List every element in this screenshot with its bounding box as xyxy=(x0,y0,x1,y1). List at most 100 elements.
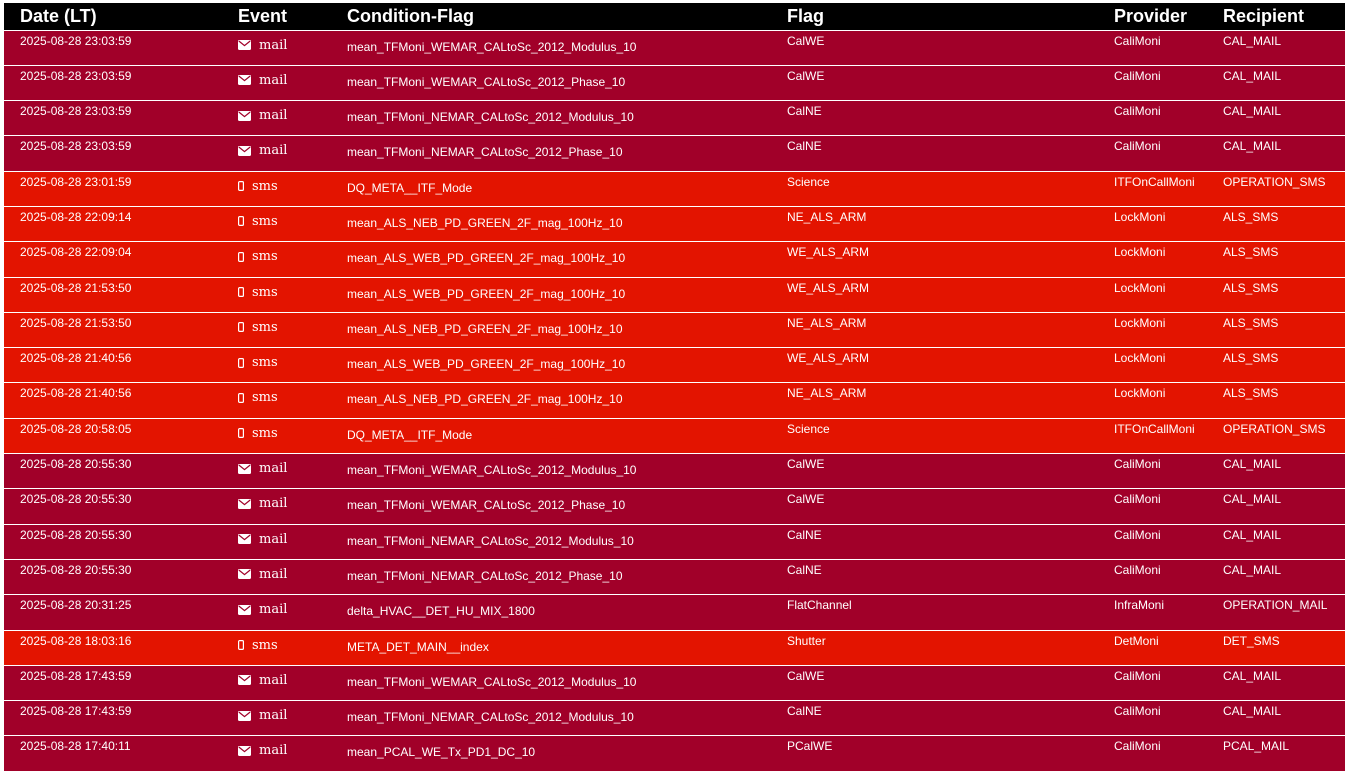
table-row[interactable]: 2025-08-28 21:40:56 sms mean_ALS_WEB_PD_… xyxy=(4,347,1345,383)
envelope-icon xyxy=(238,110,251,121)
provider-cell: CaliMoni xyxy=(1114,457,1161,472)
event-label: mail xyxy=(259,143,288,159)
condition-flag-cell: mean_TFMoni_NEMAR_CALtoSc_2012_Phase_10 xyxy=(347,145,623,160)
condition-flag-cell: mean_ALS_NEB_PD_GREEN_2F_mag_100Hz_10 xyxy=(347,215,623,230)
provider-cell: ITFOnCallMoni xyxy=(1114,421,1195,436)
table-row[interactable]: 2025-08-28 23:03:59 mail mean_TFMoni_NEM… xyxy=(4,135,1345,172)
header-event[interactable]: Event xyxy=(222,3,331,30)
recipient-cell: CAL_MAIL xyxy=(1223,457,1282,472)
condition-flag-cell: mean_ALS_NEB_PD_GREEN_2F_mag_100Hz_10 xyxy=(347,321,623,336)
table-row[interactable]: 2025-08-28 20:31:25 mail delta_HVAC__DET… xyxy=(4,594,1345,631)
event-cell: sms xyxy=(222,206,331,241)
header-row: Date (LT) Event Condition-Flag Flag Prov… xyxy=(4,3,1345,30)
recipient-cell: PCAL_MAIL xyxy=(1223,739,1290,754)
table-row[interactable]: 2025-08-28 23:03:59 mail mean_TFMoni_WEM… xyxy=(4,30,1345,66)
event-label: mail xyxy=(259,531,288,547)
event-cell: mail xyxy=(222,101,331,136)
header-recipient[interactable]: Recipient xyxy=(1203,3,1345,30)
table-row[interactable]: 2025-08-28 22:09:04 sms mean_ALS_WEB_PD_… xyxy=(4,241,1345,278)
provider-cell: LockMoni xyxy=(1114,245,1166,260)
recipient-cell: CAL_MAIL xyxy=(1223,668,1282,683)
recipient-cell: CAL_MAIL xyxy=(1223,562,1282,577)
table-row[interactable]: 2025-08-28 21:53:50 sms mean_ALS_NEB_PD_… xyxy=(4,312,1345,348)
recipient-cell: OPERATION_SMS xyxy=(1223,174,1326,189)
alerts-table: Date (LT) Event Condition-Flag Flag Prov… xyxy=(4,3,1345,772)
recipient-cell: CAL_MAIL xyxy=(1223,527,1282,542)
flag-cell: CalNE xyxy=(787,562,822,577)
condition-flag-cell: META_DET_MAIN__index xyxy=(347,639,489,654)
event-cell: mail xyxy=(222,559,331,594)
header-flag[interactable]: Flag xyxy=(767,3,1094,30)
event-cell: mail xyxy=(222,524,331,559)
table-row[interactable]: 2025-08-28 21:40:56 sms mean_ALS_NEB_PD_… xyxy=(4,382,1345,419)
event-cell: mail xyxy=(222,489,331,524)
table-row[interactable]: 2025-08-28 17:43:59 mail mean_TFMoni_NEM… xyxy=(4,700,1345,736)
recipient-cell: OPERATION_SMS xyxy=(1223,421,1326,436)
envelope-icon xyxy=(238,710,251,721)
table-row[interactable]: 2025-08-28 17:40:11 mail mean_PCAL_WE_Tx… xyxy=(4,735,1345,772)
date-cell: 2025-08-28 23:03:59 xyxy=(20,104,132,119)
event-label: mail xyxy=(259,708,288,724)
recipient-cell: CAL_MAIL xyxy=(1223,68,1282,83)
recipient-cell: ALS_SMS xyxy=(1223,315,1279,330)
event-cell: mail xyxy=(222,454,331,489)
provider-cell: CaliMoni xyxy=(1114,527,1161,542)
recipient-cell: CAL_MAIL xyxy=(1223,139,1282,154)
envelope-icon xyxy=(238,675,251,686)
date-cell: 2025-08-28 20:55:30 xyxy=(20,457,132,472)
provider-cell: LockMoni xyxy=(1114,315,1166,330)
provider-cell: DetMoni xyxy=(1114,633,1159,648)
table-row[interactable]: 2025-08-28 20:55:30 mail mean_TFMoni_WEM… xyxy=(4,453,1345,489)
condition-flag-cell: mean_TFMoni_NEMAR_CALtoSc_2012_Modulus_1… xyxy=(347,710,634,725)
table-row[interactable]: 2025-08-28 23:01:59 sms DQ_META__ITF_Mod… xyxy=(4,171,1345,207)
event-cell: mail xyxy=(222,65,331,100)
table-row[interactable]: 2025-08-28 20:55:30 mail mean_TFMoni_NEM… xyxy=(4,524,1345,560)
provider-cell: CaliMoni xyxy=(1114,668,1161,683)
table-row[interactable]: 2025-08-28 20:58:05 sms DQ_META__ITF_Mod… xyxy=(4,418,1345,454)
recipient-cell: ALS_SMS xyxy=(1223,245,1279,260)
recipient-cell: ALS_SMS xyxy=(1223,280,1279,295)
envelope-icon xyxy=(238,498,251,509)
event-label: sms xyxy=(252,319,278,335)
header-provider[interactable]: Provider xyxy=(1094,3,1203,30)
event-label: sms xyxy=(252,284,278,300)
condition-flag-cell: mean_ALS_WEB_PD_GREEN_2F_mag_100Hz_10 xyxy=(347,286,626,301)
table-row[interactable]: 2025-08-28 22:09:14 sms mean_ALS_NEB_PD_… xyxy=(4,206,1345,242)
envelope-icon xyxy=(238,534,251,545)
flag-cell: WE_ALS_ARM xyxy=(787,245,870,260)
header-date[interactable]: Date (LT) xyxy=(4,3,222,30)
date-cell: 2025-08-28 23:01:59 xyxy=(20,174,132,189)
table-row[interactable]: 2025-08-28 17:43:59 mail mean_TFMoni_WEM… xyxy=(4,665,1345,701)
recipient-cell: ALS_SMS xyxy=(1223,209,1279,224)
table-row[interactable]: 2025-08-28 20:55:30 mail mean_TFMoni_WEM… xyxy=(4,488,1345,525)
date-cell: 2025-08-28 20:58:05 xyxy=(20,421,132,436)
event-cell: mail xyxy=(222,136,331,171)
condition-flag-cell: mean_TFMoni_NEMAR_CALtoSc_2012_Phase_10 xyxy=(347,568,623,583)
provider-cell: LockMoni xyxy=(1114,386,1166,401)
condition-flag-cell: mean_TFMoni_NEMAR_CALtoSc_2012_Modulus_1… xyxy=(347,110,634,125)
event-cell: sms xyxy=(222,383,331,418)
condition-flag-cell: mean_TFMoni_WEMAR_CALtoSc_2012_Phase_10 xyxy=(347,74,626,89)
provider-cell: LockMoni xyxy=(1114,351,1166,366)
flag-cell: CalWE xyxy=(787,33,825,48)
table-row[interactable]: 2025-08-28 18:03:16 sms META_DET_MAIN__i… xyxy=(4,630,1345,666)
flag-cell: CalNE xyxy=(787,704,822,719)
table-row[interactable]: 2025-08-28 20:55:30 mail mean_TFMoni_NEM… xyxy=(4,559,1345,595)
flag-cell: CalWE xyxy=(787,68,825,83)
date-cell: 2025-08-28 23:03:59 xyxy=(20,139,132,154)
date-cell: 2025-08-28 18:03:16 xyxy=(20,633,132,648)
date-cell: 2025-08-28 21:53:50 xyxy=(20,315,132,330)
condition-flag-cell: mean_TFMoni_WEMAR_CALtoSc_2012_Modulus_1… xyxy=(347,39,637,54)
event-label: mail xyxy=(259,672,288,688)
recipient-cell: ALS_SMS xyxy=(1223,386,1279,401)
table-row[interactable]: 2025-08-28 23:03:59 mail mean_TFMoni_WEM… xyxy=(4,65,1345,101)
recipient-cell: OPERATION_MAIL xyxy=(1223,598,1328,613)
flag-cell: PCalWE xyxy=(787,739,833,754)
condition-flag-cell: mean_ALS_WEB_PD_GREEN_2F_mag_100Hz_10 xyxy=(347,357,626,372)
header-condition-flag[interactable]: Condition-Flag xyxy=(331,3,767,30)
table-row[interactable]: 2025-08-28 23:03:59 mail mean_TFMoni_NEM… xyxy=(4,100,1345,136)
provider-cell: CaliMoni xyxy=(1114,562,1161,577)
table-row[interactable]: 2025-08-28 21:53:50 sms mean_ALS_WEB_PD_… xyxy=(4,277,1345,313)
event-label: mail xyxy=(259,743,288,759)
event-label: mail xyxy=(259,461,288,477)
